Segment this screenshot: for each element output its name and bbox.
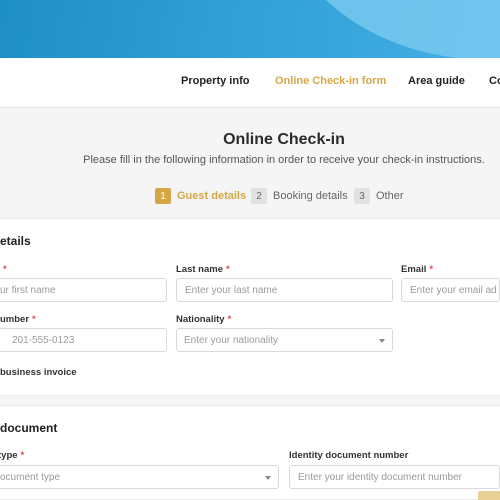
chevron-down-icon xyxy=(379,339,385,343)
required-mark: * xyxy=(32,314,36,325)
required-mark: * xyxy=(20,450,25,461)
required-mark: * xyxy=(3,264,7,275)
document-type-select[interactable]: ocument type xyxy=(0,465,279,489)
phone-number-input[interactable]: 201-555-0123 xyxy=(0,328,167,352)
email-input[interactable]: Enter your email ad xyxy=(401,278,500,302)
step-number: 2 xyxy=(251,188,267,204)
banner-decoration xyxy=(280,0,500,58)
email-label: Email * xyxy=(401,264,434,275)
checkin-header: Online Check-in Please fill in the follo… xyxy=(0,108,500,218)
nationality-label: Nationality * xyxy=(176,314,232,325)
section-title-identity-document: document xyxy=(0,421,58,435)
identity-document-number-label: Identity document number xyxy=(289,450,409,461)
first-name-label: * xyxy=(0,264,7,275)
step-number: 3 xyxy=(354,188,370,204)
nav-item-area-guide[interactable]: Area guide xyxy=(408,75,465,87)
next-button[interactable] xyxy=(478,491,500,500)
document-type-placeholder: ocument type xyxy=(0,471,61,483)
phone-number-label: umber * xyxy=(0,314,36,325)
first-name-input[interactable]: ur first name xyxy=(0,278,167,302)
required-mark: * xyxy=(227,314,232,325)
last-name-label: Last name * xyxy=(176,264,230,275)
document-type-label: type* xyxy=(0,450,25,461)
header-banner xyxy=(0,0,500,58)
required-mark: * xyxy=(429,264,434,275)
nationality-placeholder: Enter your nationality xyxy=(184,334,278,346)
guest-details-card: etails * ur first name Last name * Enter … xyxy=(0,218,500,396)
last-name-input[interactable]: Enter your last name xyxy=(176,278,393,302)
section-title-guest-details: etails xyxy=(0,234,31,248)
nav-item-online-checkin-form[interactable]: Online Check-in form xyxy=(275,75,386,87)
step-number: 1 xyxy=(155,188,171,204)
step-label: Other xyxy=(376,190,404,202)
nav-item-property-info[interactable]: Property info xyxy=(181,75,249,87)
top-nav: Property info Online Check-in form Area … xyxy=(0,58,500,108)
step-guest-details[interactable]: 1 Guest details xyxy=(155,188,246,204)
chevron-down-icon xyxy=(265,476,271,480)
business-invoice-label[interactable]: business invoice xyxy=(0,367,77,378)
step-booking-details[interactable]: 2 Booking details xyxy=(251,188,348,204)
required-mark: * xyxy=(226,264,230,275)
step-other[interactable]: 3 Other xyxy=(354,188,404,204)
nationality-select[interactable]: Enter your nationality xyxy=(176,328,393,352)
step-label: Guest details xyxy=(177,190,247,202)
nav-item-contact[interactable]: Co xyxy=(489,75,500,87)
identity-document-number-input[interactable]: Enter your identity document number xyxy=(289,465,500,489)
page-subtitle: Please fill in the following information… xyxy=(83,154,485,166)
step-label: Booking details xyxy=(273,190,348,202)
page-title: Online Check-in xyxy=(223,131,345,148)
identity-document-card: document type* ocument type Identity doc… xyxy=(0,405,500,500)
